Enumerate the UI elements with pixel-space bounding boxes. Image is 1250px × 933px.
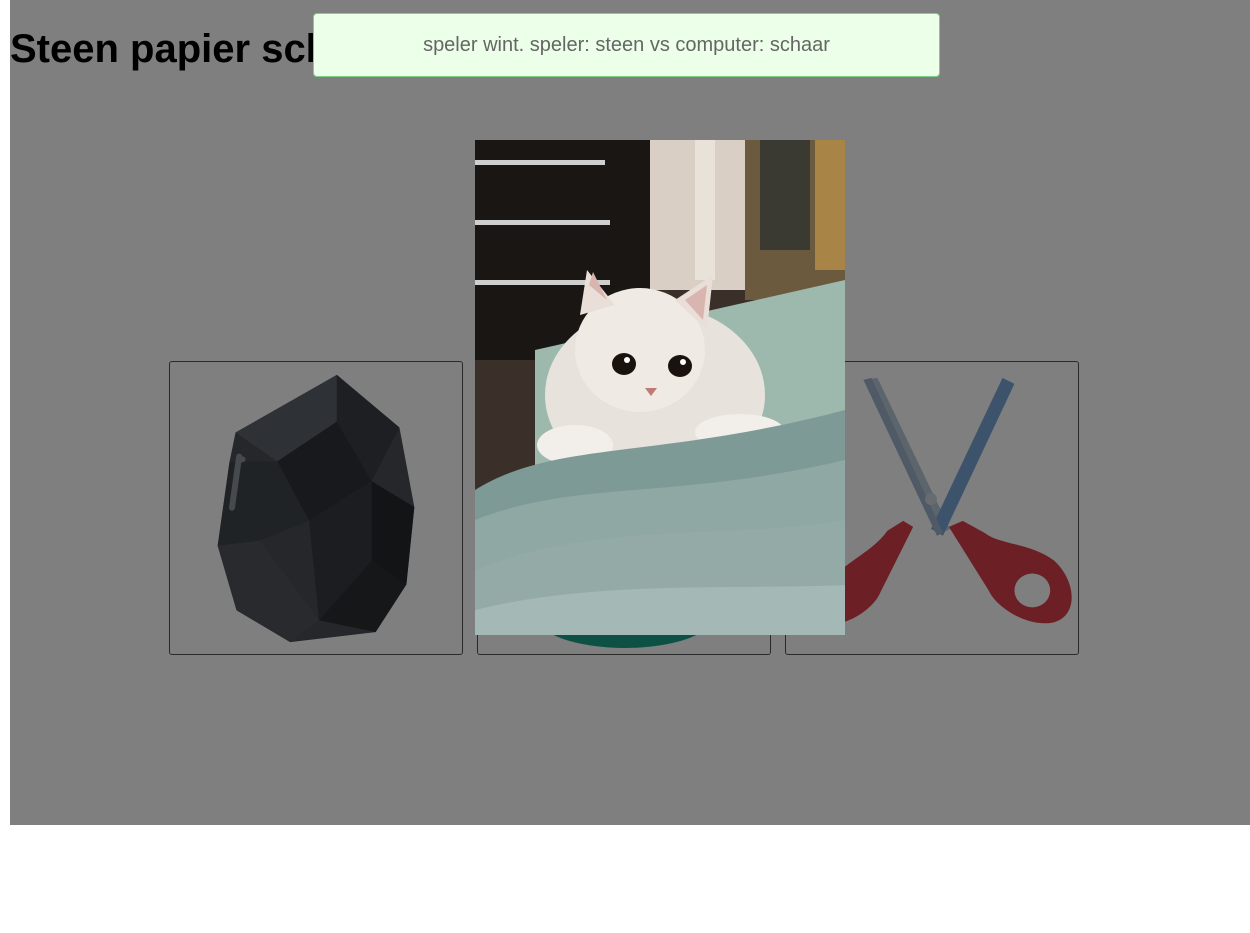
result-message: speler wint. speler: steen vs computer: … [423, 33, 830, 56]
result-toast: speler wint. speler: steen vs computer: … [313, 13, 940, 77]
kitten-photo [475, 140, 845, 635]
